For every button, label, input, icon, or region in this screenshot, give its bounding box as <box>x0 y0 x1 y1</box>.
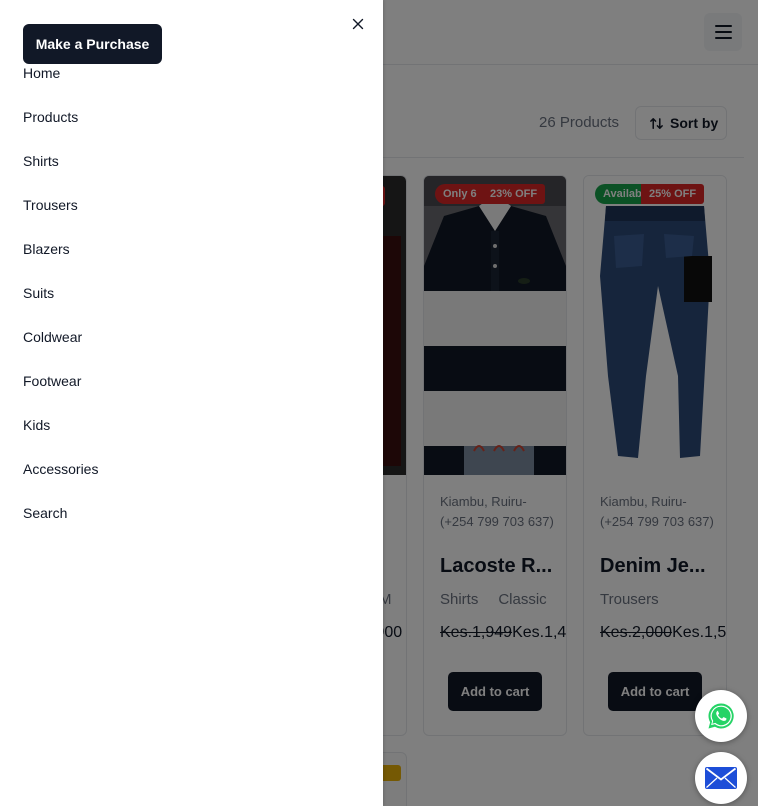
nav-item-shirts[interactable]: Shirts <box>23 151 98 195</box>
whatsapp-icon <box>708 703 734 729</box>
nav-item-suits[interactable]: Suits <box>23 283 98 327</box>
nav-item-coldwear[interactable]: Coldwear <box>23 327 98 371</box>
email-button[interactable] <box>695 752 747 804</box>
nav-item-home[interactable]: Home <box>23 63 98 107</box>
nav-item-kids[interactable]: Kids <box>23 415 98 459</box>
side-drawer: Make a Purchase Home Products Shirts Tro… <box>0 0 383 806</box>
page: 26 Products Sort by . M .900 <box>0 0 758 806</box>
whatsapp-button[interactable] <box>695 690 747 742</box>
close-icon[interactable] <box>350 16 366 32</box>
make-purchase-button[interactable]: Make a Purchase <box>23 24 162 64</box>
nav-item-search[interactable]: Search <box>23 503 98 547</box>
nav-item-trousers[interactable]: Trousers <box>23 195 98 239</box>
nav-item-products[interactable]: Products <box>23 107 98 151</box>
nav-item-accessories[interactable]: Accessories <box>23 459 98 503</box>
nav-item-footwear[interactable]: Footwear <box>23 371 98 415</box>
drawer-nav: Home Products Shirts Trousers Blazers Su… <box>23 63 98 547</box>
nav-item-blazers[interactable]: Blazers <box>23 239 98 283</box>
envelope-icon <box>705 767 737 789</box>
